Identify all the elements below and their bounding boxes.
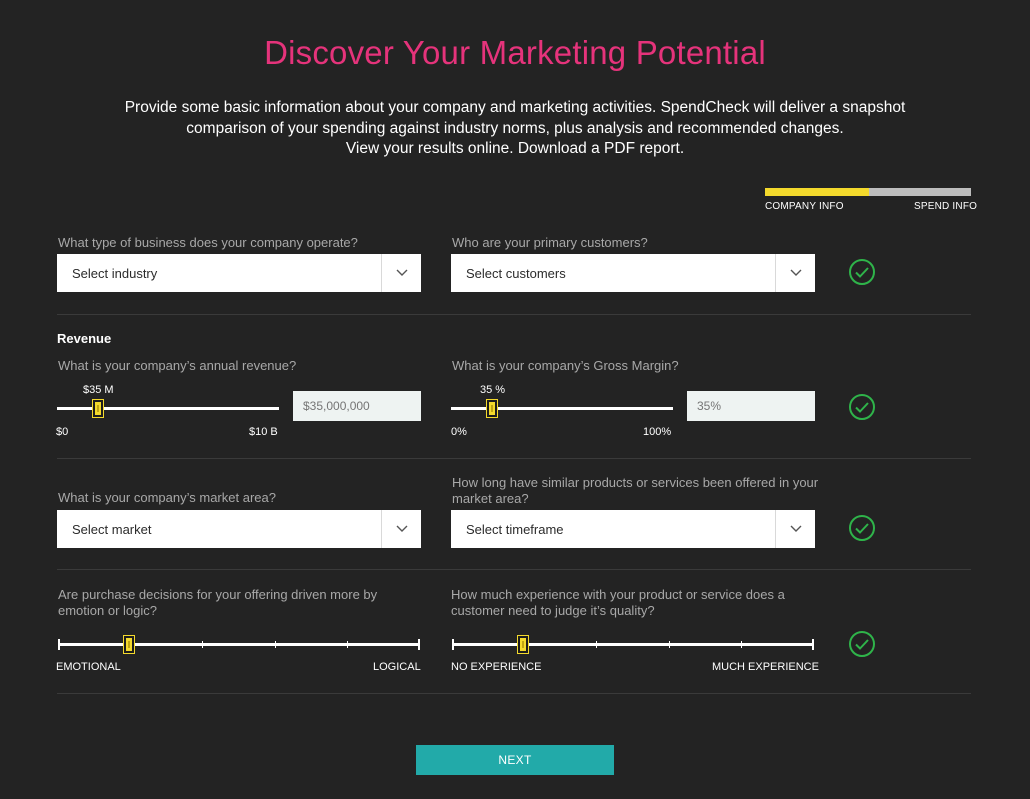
emotion-logic-label-line: emotion or logic? (58, 603, 157, 618)
slider-tick (202, 641, 203, 648)
chevron-down-icon[interactable] (381, 254, 421, 292)
experience-slider-track[interactable] (452, 643, 814, 646)
slider-tick (741, 641, 742, 648)
emotion-logic-label: Are purchase decisions for your offering… (58, 587, 377, 619)
annual-revenue-max: $10 B (249, 426, 278, 438)
emotion-logic-slider-track[interactable] (58, 643, 420, 646)
emotion-logic-max: LOGICAL (373, 661, 421, 673)
timeframe-label-line: market area? (452, 491, 529, 506)
market-select-value: Select market (72, 521, 152, 537)
timeframe-label-line: How long have similar products or servic… (452, 475, 819, 490)
experience-min: NO EXPERIENCE (451, 661, 542, 673)
chevron-down-icon[interactable] (775, 510, 815, 548)
gross-margin-input[interactable] (687, 391, 815, 421)
slider-tick (452, 639, 454, 650)
emotion-logic-slider-handle[interactable] (123, 635, 135, 654)
divider (57, 314, 971, 315)
next-button[interactable]: NEXT (416, 745, 614, 775)
gross-margin-slider-value: 35 % (480, 384, 506, 396)
customers-label: Who are your primary customers? (452, 235, 648, 250)
chevron-down-icon[interactable] (775, 254, 815, 292)
intro-line: View your results online. Download a PDF… (345, 140, 685, 157)
check-circle-icon (849, 515, 875, 541)
slider-tick (347, 641, 348, 648)
divider (57, 458, 971, 459)
slider-tick (812, 639, 814, 650)
check-circle-icon (849, 394, 875, 420)
market-select[interactable]: Select market (57, 510, 421, 548)
gross-margin-label: What is your company’s Gross Margin? (452, 358, 679, 373)
gross-margin-slider-track[interactable] (451, 407, 673, 410)
customers-select[interactable]: Select customers (451, 254, 815, 292)
industry-select[interactable]: Select industry (57, 254, 421, 292)
slider-tick (275, 641, 276, 648)
annual-revenue-input[interactable] (293, 391, 421, 421)
experience-max: MUCH EXPERIENCE (712, 661, 819, 673)
slider-tick (596, 641, 597, 648)
timeframe-label: How long have similar products or servic… (452, 475, 818, 507)
intro-line: comparison of your spending against indu… (186, 119, 844, 137)
revenue-section-title: Revenue (57, 331, 112, 346)
intro-line: Provide some basic information about you… (124, 99, 906, 116)
industry-select-value: Select industry (72, 265, 158, 281)
page-title: Discover Your Marketing Potential (264, 34, 766, 71)
annual-revenue-label: What is your company’s annual revenue? (58, 358, 297, 373)
slider-tick (669, 641, 670, 648)
customers-select-value: Select customers (466, 265, 566, 281)
annual-revenue-min: $0 (56, 426, 69, 438)
step-spend-info: SPEND INFO (914, 201, 978, 212)
divider (57, 569, 971, 570)
gross-margin-max: 100% (643, 426, 672, 438)
step-company-info: COMPANY INFO (765, 201, 844, 212)
annual-revenue-slider-value: $35 M (83, 384, 114, 396)
experience-label: How much experience with your product or… (451, 587, 785, 619)
emotion-logic-min: EMOTIONAL (56, 661, 121, 673)
divider (57, 693, 971, 694)
check-circle-icon (849, 631, 875, 657)
timeframe-select-value: Select timeframe (466, 521, 564, 537)
business-type-label: What type of business does your company … (58, 235, 358, 250)
gross-margin-slider-handle[interactable] (486, 399, 498, 418)
intro-text: Provide some basic information about you… (100, 98, 930, 160)
emotion-logic-label-line: Are purchase decisions for your offering… (58, 587, 378, 602)
progress-complete (765, 188, 869, 196)
slider-tick (58, 639, 60, 650)
progress-bar (765, 188, 971, 196)
experience-label-line: customer need to judge it’s quality? (451, 603, 655, 618)
experience-slider-handle[interactable] (517, 635, 529, 654)
market-area-label: What is your company’s market area? (58, 490, 276, 505)
progress-remaining (869, 188, 971, 196)
chevron-down-icon[interactable] (381, 510, 421, 548)
annual-revenue-slider-handle[interactable] (92, 399, 104, 418)
check-circle-icon (849, 259, 875, 285)
timeframe-select[interactable]: Select timeframe (451, 510, 815, 548)
slider-tick (418, 639, 420, 650)
gross-margin-min: 0% (451, 426, 467, 438)
experience-label-line: How much experience with your product or… (451, 587, 785, 602)
annual-revenue-slider-track[interactable] (57, 407, 279, 410)
